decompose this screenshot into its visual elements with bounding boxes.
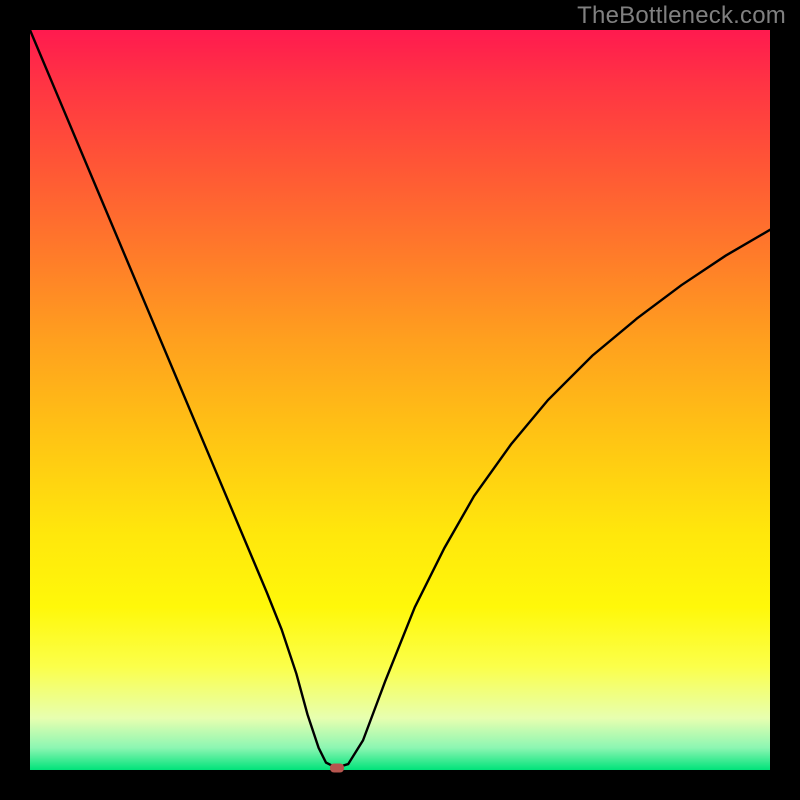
watermark-text: TheBottleneck.com: [577, 2, 786, 30]
chart-container: TheBottleneck.com: [0, 0, 800, 800]
curve-svg: [30, 30, 770, 770]
optimal-point-marker: [330, 763, 344, 772]
bottleneck-curve: [30, 30, 770, 766]
plot-area: [30, 30, 770, 770]
